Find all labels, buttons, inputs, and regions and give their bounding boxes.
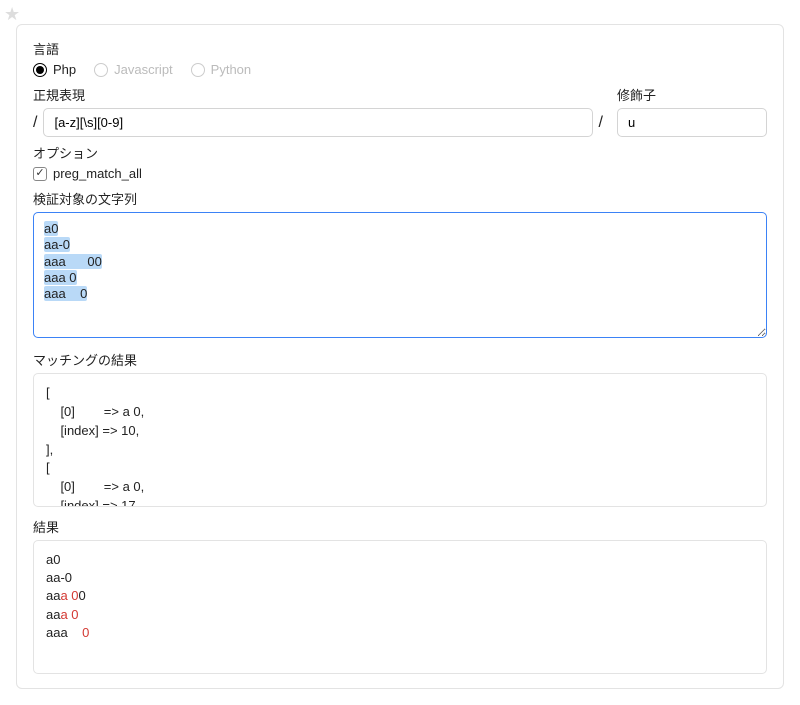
test-string-label: 検証対象の文字列 xyxy=(33,189,767,208)
radio-label: Javascript xyxy=(114,62,173,77)
result-output: a0 aa-0 aaa 00 aaa 0 aaa 0 xyxy=(33,540,767,674)
match-result-label: マッチングの結果 xyxy=(33,350,767,369)
test-string-input[interactable] xyxy=(33,212,767,338)
options-label: オプション xyxy=(33,143,767,162)
regex-tester-panel: 言語 Php Javascript Python 正規表現 / / 修飾子 オプショ… xyxy=(16,24,784,689)
preg-match-all-checkbox[interactable] xyxy=(33,167,47,181)
regex-delimiter-close: / xyxy=(599,114,603,132)
language-radio-python[interactable]: Python xyxy=(191,62,251,77)
language-radio-javascript[interactable]: Javascript xyxy=(94,62,173,77)
radio-icon xyxy=(33,63,47,77)
preg-match-all-label: preg_match_all xyxy=(53,166,142,181)
modifier-label: 修飾子 xyxy=(617,85,767,104)
regex-pattern-input[interactable] xyxy=(43,108,592,137)
regex-delimiter-open: / xyxy=(33,114,37,132)
radio-label: Php xyxy=(53,62,76,77)
radio-label: Python xyxy=(211,62,251,77)
match-result-output: [ [0] => a 0, [index] => 10, ], [ [0] =>… xyxy=(33,373,767,507)
language-radio-php[interactable]: Php xyxy=(33,62,76,77)
language-label: 言語 xyxy=(33,39,767,58)
regex-modifier-input[interactable] xyxy=(617,108,767,137)
result-label: 結果 xyxy=(33,517,767,536)
radio-icon xyxy=(94,63,108,77)
favorite-star-icon[interactable]: ★ xyxy=(4,4,20,25)
language-radio-group: Php Javascript Python xyxy=(33,62,767,77)
regex-label: 正規表現 xyxy=(33,85,603,104)
radio-icon xyxy=(191,63,205,77)
